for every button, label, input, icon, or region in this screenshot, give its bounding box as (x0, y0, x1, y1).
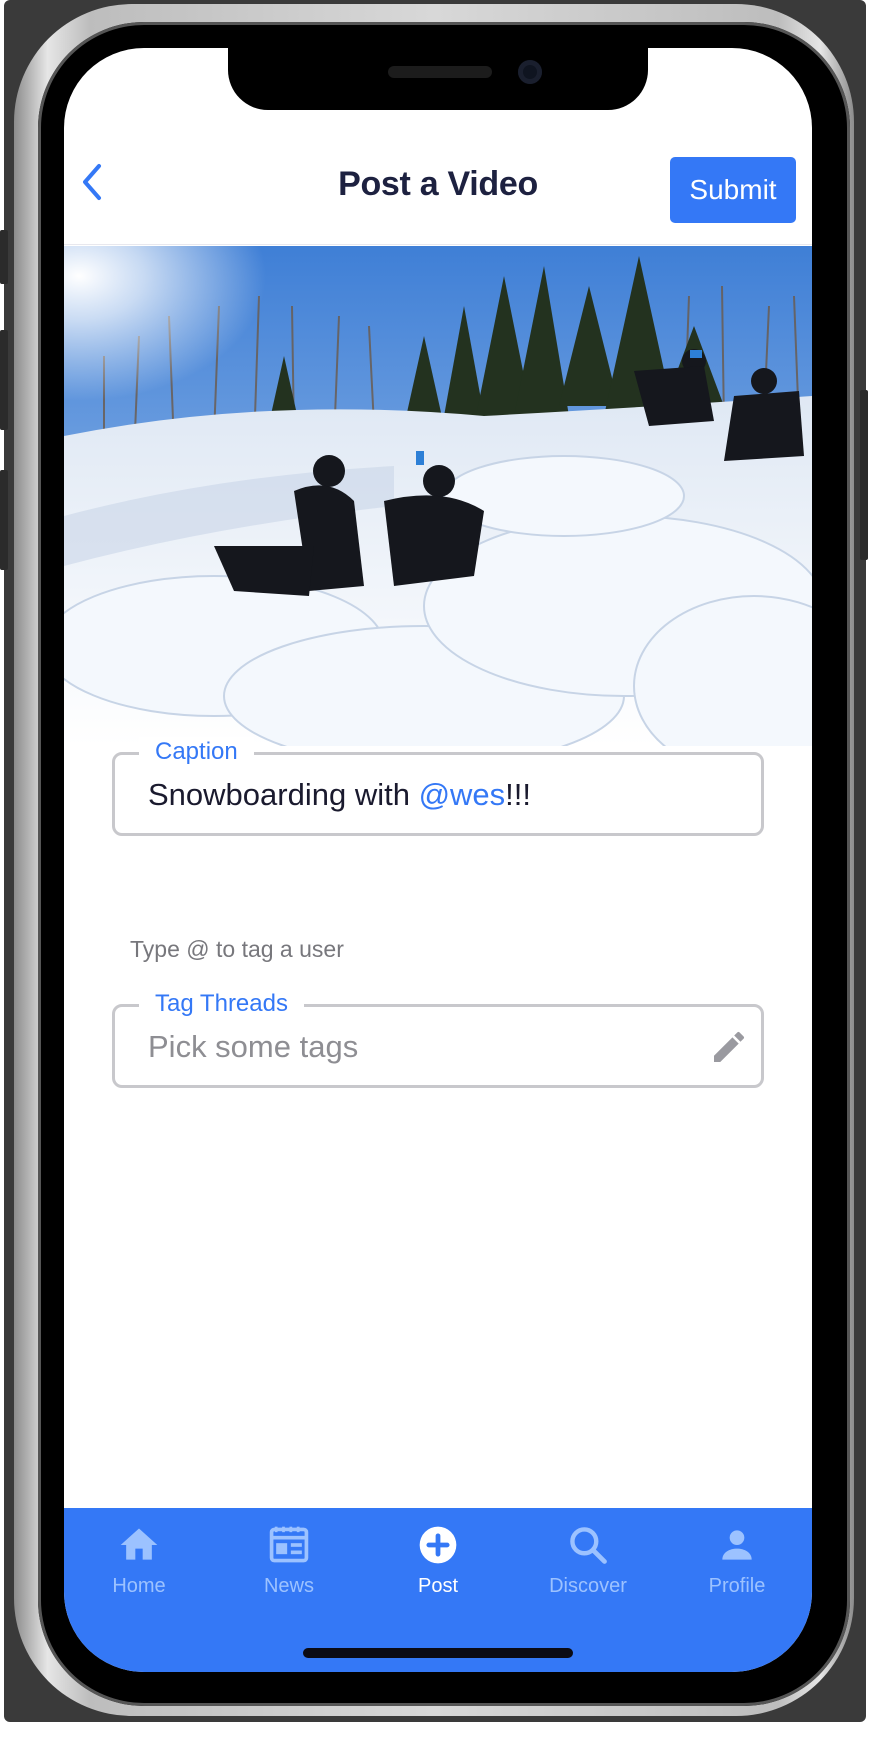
video-thumbnail (64, 246, 812, 746)
tag-threads-label: Tag Threads (139, 989, 304, 1019)
nav-header: Post a Video Submit (64, 133, 812, 245)
side-button-volume-up (0, 330, 8, 430)
search-icon (570, 1527, 607, 1564)
home-indicator[interactable] (303, 1648, 573, 1658)
caption-input-value[interactable]: Snowboarding with @wes!!! (148, 777, 531, 813)
person-icon (722, 1530, 752, 1560)
side-button-silent (0, 230, 8, 284)
side-button-volume-down (0, 470, 8, 570)
plus-circle-icon (419, 1526, 457, 1564)
tab-label-profile: Profile (708, 1575, 766, 1597)
user-mention[interactable]: @wes (419, 777, 506, 812)
tab-label-home: Home (112, 1575, 166, 1597)
app-screen: Post a Video Submit Caption Snowboarding… (64, 48, 812, 1672)
notch (228, 48, 648, 110)
device-frame: Post a Video Submit Caption Snowboarding… (0, 0, 868, 1722)
front-camera (518, 60, 542, 84)
tab-label-post: Post (417, 1575, 459, 1597)
newspaper-icon (269, 1526, 309, 1563)
tag-threads-placeholder[interactable]: Pick some tags (148, 1029, 358, 1065)
caption-field[interactable]: Caption Snowboarding with @wes!!! (112, 737, 764, 836)
submit-button[interactable]: Submit (670, 157, 796, 223)
bottom-tab-bar: Home News Post Discover Profile (64, 1508, 812, 1672)
home-icon (120, 1528, 158, 1560)
tab-profile[interactable]: Profile (662, 1508, 812, 1618)
caption-label: Caption (139, 737, 254, 767)
tag-threads-field[interactable]: Tag Threads Pick some tags (112, 989, 764, 1088)
tab-label-discover: Discover (549, 1575, 627, 1597)
caption-suffix: !!! (505, 777, 532, 812)
caption-text: Snowboarding with (148, 777, 419, 812)
tab-news[interactable]: News (214, 1508, 364, 1618)
pencil-icon[interactable] (709, 1027, 749, 1067)
tab-label-news: News (263, 1575, 314, 1597)
tab-post[interactable]: Post (363, 1508, 513, 1618)
tab-discover[interactable]: Discover (513, 1508, 663, 1618)
tab-home[interactable]: Home (64, 1508, 214, 1618)
speaker-grille (388, 66, 492, 78)
side-button-power (860, 390, 868, 560)
caption-helper-text: Type @ to tag a user (130, 936, 344, 962)
video-preview[interactable] (64, 246, 812, 746)
